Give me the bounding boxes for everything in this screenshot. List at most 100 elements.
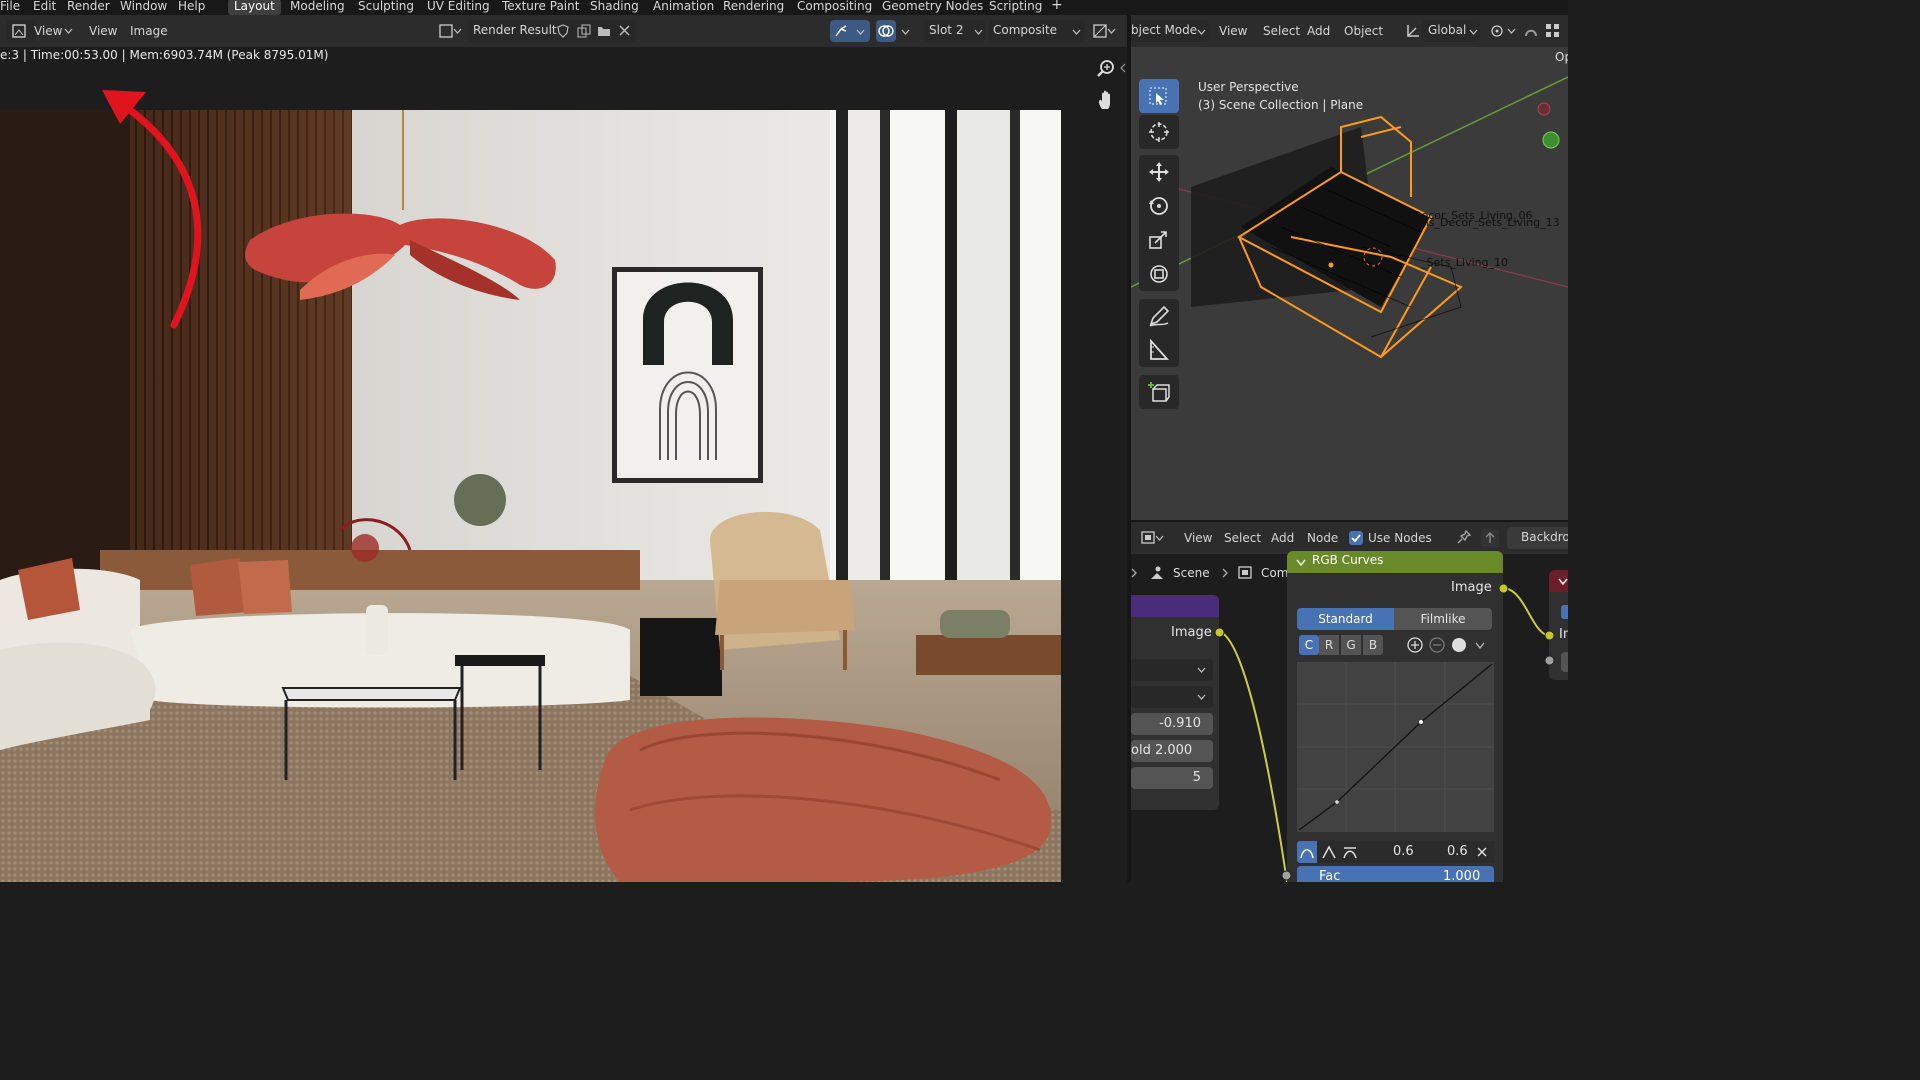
delete-point-icon[interactable] <box>1477 847 1487 857</box>
view-dropdown[interactable]: View <box>34 24 62 38</box>
rgb-curves-node[interactable]: RGB Curves Image Standard Filmlike C R G… <box>1281 551 1509 882</box>
menu-select[interactable]: Select <box>1263 24 1300 38</box>
slot-dropdown[interactable]: Slot 2 <box>923 20 985 42</box>
curve-point <box>1335 800 1339 804</box>
select-box-icon <box>1149 87 1167 105</box>
image-name-field[interactable]: Render Result <box>467 20 637 42</box>
input-socket[interactable] <box>1544 655 1555 666</box>
chevron-down-icon <box>1558 578 1568 585</box>
tab-layout[interactable]: Layout <box>228 0 281 15</box>
point-x-value[interactable]: 0.6 <box>1393 844 1414 859</box>
tool-transform[interactable] <box>1139 257 1179 291</box>
threshold-field[interactable]: old 2.000 <box>1131 740 1213 762</box>
pass-dropdown[interactable]: Composite <box>989 20 1085 42</box>
chevron-down-icon <box>1072 29 1081 35</box>
transform-orientation-icon <box>1407 25 1419 37</box>
menu-object[interactable]: Object <box>1344 24 1383 38</box>
output-socket[interactable] <box>1214 627 1225 638</box>
gizmo-icon <box>835 25 847 37</box>
transform-orientation-dropdown[interactable]: Global <box>1422 20 1480 42</box>
tab-shading[interactable]: Shading <box>590 0 639 13</box>
tab-rendering[interactable]: Rendering <box>723 0 784 13</box>
grid-icon[interactable] <box>1545 23 1561 39</box>
handle-auto-button[interactable] <box>1297 841 1317 863</box>
value-field[interactable]: 5 <box>1131 767 1213 789</box>
zoom-in-icon[interactable] <box>1407 637 1423 653</box>
curve-graph[interactable] <box>1297 662 1494 832</box>
render-layers-node[interactable]: Image -0.910 old 2.000 5 <box>1131 595 1225 810</box>
options-label[interactable]: Op <box>1555 50 1568 64</box>
menu-add[interactable]: Add <box>1307 24 1330 38</box>
browse-image-icon[interactable] <box>439 24 463 38</box>
viewport-3d[interactable]: bject Mode View Select Add Object Global <box>1131 15 1568 522</box>
channel-r[interactable]: R <box>1319 635 1339 655</box>
pivot-point-icon[interactable] <box>1489 23 1517 39</box>
dropdown-field[interactable] <box>1131 659 1213 681</box>
menu-render[interactable]: Render <box>67 0 110 13</box>
menu-view[interactable]: View <box>1219 24 1247 38</box>
node-header <box>1549 570 1568 592</box>
menu-view[interactable]: View <box>89 24 117 38</box>
input-socket[interactable] <box>1281 870 1292 881</box>
display-channels-icon[interactable] <box>1093 24 1117 38</box>
tool-add-cube[interactable] <box>1139 375 1179 409</box>
tool-annotate[interactable] <box>1139 299 1179 333</box>
menu-image[interactable]: Image <box>130 24 168 38</box>
snap-icon[interactable] <box>1523 23 1539 39</box>
fake-user-shield-icon[interactable] <box>557 24 569 38</box>
menu-help[interactable]: Help <box>178 0 205 13</box>
chevron-down-icon <box>1197 694 1206 700</box>
chevron-down-icon <box>901 29 910 35</box>
zoom-icon[interactable] <box>1096 59 1116 79</box>
tab-animation[interactable]: Animation <box>653 0 714 13</box>
zoom-out-icon[interactable] <box>1429 637 1445 653</box>
dropdown-field[interactable] <box>1131 686 1213 708</box>
input-socket[interactable] <box>1544 630 1555 641</box>
area-divider[interactable] <box>1131 520 1568 522</box>
open-folder-icon[interactable] <box>597 24 611 38</box>
tool-measure[interactable] <box>1139 333 1179 367</box>
channel-g[interactable]: G <box>1341 635 1361 655</box>
tool-select-box[interactable] <box>1139 79 1179 113</box>
point-y-value[interactable]: 0.6 <box>1447 844 1468 859</box>
tool-shelf <box>1139 79 1181 419</box>
menu-edit[interactable]: Edit <box>33 0 56 13</box>
pan-hand-icon[interactable] <box>1097 90 1115 110</box>
tab-texture-paint[interactable]: Texture Paint <box>502 0 579 13</box>
close-icon[interactable] <box>619 25 630 36</box>
collapse-sidebar-icon[interactable] <box>1120 63 1126 73</box>
overlay-toggle[interactable] <box>876 20 896 42</box>
mode-dropdown[interactable]: bject Mode <box>1131 20 1209 42</box>
tab-scripting[interactable]: Scripting <box>989 0 1042 13</box>
tool-rotate[interactable] <box>1139 189 1179 223</box>
add-workspace-icon[interactable]: + <box>1051 0 1063 13</box>
value-field[interactable] <box>1561 652 1568 672</box>
tab-compositing[interactable]: Compositing <box>797 0 872 13</box>
channel-c[interactable]: C <box>1299 635 1319 655</box>
menu-file[interactable]: File <box>0 0 20 13</box>
tool-move[interactable] <box>1139 155 1179 189</box>
tab-standard[interactable]: Standard <box>1297 608 1394 630</box>
tab-sculpting[interactable]: Sculpting <box>358 0 414 13</box>
vector-handle-icon[interactable] <box>1322 845 1336 859</box>
editor-type-dropdown[interactable] <box>6 20 36 42</box>
tab-modeling[interactable]: Modeling <box>290 0 345 13</box>
clip-icon[interactable] <box>1451 637 1467 653</box>
fac-slider[interactable]: Fac 1.000 <box>1297 866 1494 882</box>
checkbox[interactable] <box>1561 605 1568 619</box>
duplicate-icon[interactable] <box>577 24 591 38</box>
node-editor[interactable]: View Select Add Node Use Nodes Backdrop … <box>1131 522 1568 882</box>
chevron-down-icon <box>1296 559 1306 566</box>
output-socket[interactable] <box>1498 583 1509 594</box>
tab-uv-editing[interactable]: UV Editing <box>427 0 490 13</box>
tab-geometry-nodes[interactable]: Geometry Nodes <box>882 0 983 13</box>
tool-cursor[interactable] <box>1139 115 1179 149</box>
extrapolation-icon[interactable] <box>1343 845 1357 859</box>
tool-scale[interactable] <box>1139 223 1179 257</box>
transform-icon <box>1150 265 1168 283</box>
channel-b[interactable]: B <box>1363 635 1383 655</box>
value-field[interactable]: -0.910 <box>1131 713 1213 735</box>
menu-window[interactable]: Window <box>120 0 167 13</box>
tab-filmlike[interactable]: Filmlike <box>1394 608 1492 630</box>
chevron-down-icon[interactable] <box>1475 642 1485 649</box>
